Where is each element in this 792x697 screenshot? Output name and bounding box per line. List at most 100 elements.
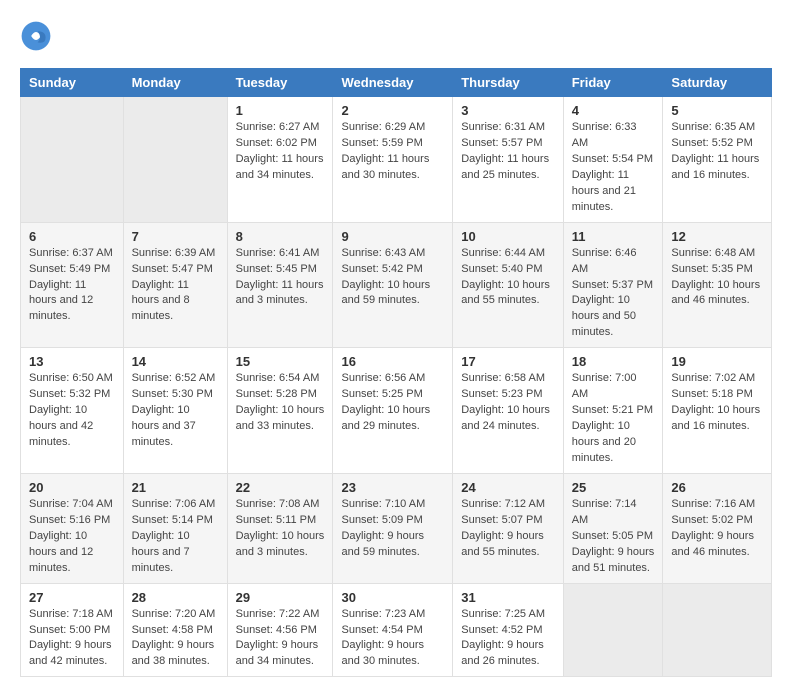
day-info: Sunrise: 6:46 AMSunset: 5:37 PMDaylight:… — [572, 246, 655, 342]
day-number: 3 — [461, 103, 554, 118]
calendar-cell: 5 Sunrise: 6:35 AMSunset: 5:52 PMDayligh… — [663, 97, 772, 223]
day-number: 7 — [132, 229, 219, 244]
col-header-thursday: Thursday — [453, 69, 563, 97]
calendar-cell — [21, 97, 124, 223]
day-number: 16 — [341, 354, 444, 369]
calendar-cell: 7 Sunrise: 6:39 AMSunset: 5:47 PMDayligh… — [123, 222, 227, 348]
day-number: 28 — [132, 590, 219, 605]
header-row: SundayMondayTuesdayWednesdayThursdayFrid… — [21, 69, 772, 97]
day-number: 25 — [572, 480, 655, 495]
calendar-cell: 23 Sunrise: 7:10 AMSunset: 5:09 PMDaylig… — [333, 473, 453, 583]
day-info: Sunrise: 7:10 AMSunset: 5:09 PMDaylight:… — [341, 497, 444, 561]
calendar-cell: 20 Sunrise: 7:04 AMSunset: 5:16 PMDaylig… — [21, 473, 124, 583]
day-number: 27 — [29, 590, 115, 605]
day-info: Sunrise: 6:52 AMSunset: 5:30 PMDaylight:… — [132, 371, 219, 451]
day-info: Sunrise: 6:27 AMSunset: 6:02 PMDaylight:… — [236, 120, 325, 184]
calendar-cell: 3 Sunrise: 6:31 AMSunset: 5:57 PMDayligh… — [453, 97, 563, 223]
week-row-2: 6 Sunrise: 6:37 AMSunset: 5:49 PMDayligh… — [21, 222, 772, 348]
calendar-cell: 13 Sunrise: 6:50 AMSunset: 5:32 PMDaylig… — [21, 348, 124, 474]
day-number: 12 — [671, 229, 763, 244]
day-number: 15 — [236, 354, 325, 369]
calendar-cell: 15 Sunrise: 6:54 AMSunset: 5:28 PMDaylig… — [227, 348, 333, 474]
calendar-cell: 2 Sunrise: 6:29 AMSunset: 5:59 PMDayligh… — [333, 97, 453, 223]
day-info: Sunrise: 7:12 AMSunset: 5:07 PMDaylight:… — [461, 497, 554, 561]
day-info: Sunrise: 7:02 AMSunset: 5:18 PMDaylight:… — [671, 371, 763, 435]
calendar-cell: 31 Sunrise: 7:25 AMSunset: 4:52 PMDaylig… — [453, 583, 563, 677]
day-number: 6 — [29, 229, 115, 244]
day-info: Sunrise: 7:22 AMSunset: 4:56 PMDaylight:… — [236, 607, 325, 671]
calendar-cell: 1 Sunrise: 6:27 AMSunset: 6:02 PMDayligh… — [227, 97, 333, 223]
col-header-friday: Friday — [563, 69, 663, 97]
day-number: 17 — [461, 354, 554, 369]
day-info: Sunrise: 6:54 AMSunset: 5:28 PMDaylight:… — [236, 371, 325, 435]
day-number: 10 — [461, 229, 554, 244]
day-info: Sunrise: 6:37 AMSunset: 5:49 PMDaylight:… — [29, 246, 115, 326]
day-info: Sunrise: 7:08 AMSunset: 5:11 PMDaylight:… — [236, 497, 325, 561]
day-number: 18 — [572, 354, 655, 369]
calendar-cell: 10 Sunrise: 6:44 AMSunset: 5:40 PMDaylig… — [453, 222, 563, 348]
day-info: Sunrise: 7:18 AMSunset: 5:00 PMDaylight:… — [29, 607, 115, 671]
calendar-cell: 19 Sunrise: 7:02 AMSunset: 5:18 PMDaylig… — [663, 348, 772, 474]
logo-icon — [20, 20, 52, 52]
day-info: Sunrise: 6:33 AMSunset: 5:54 PMDaylight:… — [572, 120, 655, 216]
calendar-cell — [663, 583, 772, 677]
logo — [20, 20, 56, 52]
calendar-cell: 21 Sunrise: 7:06 AMSunset: 5:14 PMDaylig… — [123, 473, 227, 583]
day-number: 13 — [29, 354, 115, 369]
day-info: Sunrise: 6:41 AMSunset: 5:45 PMDaylight:… — [236, 246, 325, 310]
day-info: Sunrise: 6:35 AMSunset: 5:52 PMDaylight:… — [671, 120, 763, 184]
calendar-cell — [563, 583, 663, 677]
day-info: Sunrise: 7:25 AMSunset: 4:52 PMDaylight:… — [461, 607, 554, 671]
day-number: 4 — [572, 103, 655, 118]
day-info: Sunrise: 6:31 AMSunset: 5:57 PMDaylight:… — [461, 120, 554, 184]
day-number: 1 — [236, 103, 325, 118]
calendar-cell: 26 Sunrise: 7:16 AMSunset: 5:02 PMDaylig… — [663, 473, 772, 583]
day-number: 21 — [132, 480, 219, 495]
calendar-cell: 30 Sunrise: 7:23 AMSunset: 4:54 PMDaylig… — [333, 583, 453, 677]
day-number: 9 — [341, 229, 444, 244]
calendar-cell: 25 Sunrise: 7:14 AMSunset: 5:05 PMDaylig… — [563, 473, 663, 583]
day-info: Sunrise: 6:39 AMSunset: 5:47 PMDaylight:… — [132, 246, 219, 326]
col-header-tuesday: Tuesday — [227, 69, 333, 97]
calendar-cell: 24 Sunrise: 7:12 AMSunset: 5:07 PMDaylig… — [453, 473, 563, 583]
col-header-wednesday: Wednesday — [333, 69, 453, 97]
week-row-1: 1 Sunrise: 6:27 AMSunset: 6:02 PMDayligh… — [21, 97, 772, 223]
day-number: 8 — [236, 229, 325, 244]
calendar-cell: 29 Sunrise: 7:22 AMSunset: 4:56 PMDaylig… — [227, 583, 333, 677]
day-number: 20 — [29, 480, 115, 495]
calendar-cell: 9 Sunrise: 6:43 AMSunset: 5:42 PMDayligh… — [333, 222, 453, 348]
day-number: 19 — [671, 354, 763, 369]
day-info: Sunrise: 6:43 AMSunset: 5:42 PMDaylight:… — [341, 246, 444, 310]
day-number: 22 — [236, 480, 325, 495]
day-number: 30 — [341, 590, 444, 605]
calendar-cell: 27 Sunrise: 7:18 AMSunset: 5:00 PMDaylig… — [21, 583, 124, 677]
week-row-4: 20 Sunrise: 7:04 AMSunset: 5:16 PMDaylig… — [21, 473, 772, 583]
calendar-cell: 8 Sunrise: 6:41 AMSunset: 5:45 PMDayligh… — [227, 222, 333, 348]
day-number: 24 — [461, 480, 554, 495]
calendar-cell: 28 Sunrise: 7:20 AMSunset: 4:58 PMDaylig… — [123, 583, 227, 677]
day-number: 26 — [671, 480, 763, 495]
calendar-cell: 12 Sunrise: 6:48 AMSunset: 5:35 PMDaylig… — [663, 222, 772, 348]
calendar-cell — [123, 97, 227, 223]
calendar-cell: 11 Sunrise: 6:46 AMSunset: 5:37 PMDaylig… — [563, 222, 663, 348]
calendar-cell: 6 Sunrise: 6:37 AMSunset: 5:49 PMDayligh… — [21, 222, 124, 348]
day-info: Sunrise: 7:00 AMSunset: 5:21 PMDaylight:… — [572, 371, 655, 467]
week-row-3: 13 Sunrise: 6:50 AMSunset: 5:32 PMDaylig… — [21, 348, 772, 474]
calendar-table: SundayMondayTuesdayWednesdayThursdayFrid… — [20, 68, 772, 677]
day-info: Sunrise: 7:14 AMSunset: 5:05 PMDaylight:… — [572, 497, 655, 577]
calendar-cell: 4 Sunrise: 6:33 AMSunset: 5:54 PMDayligh… — [563, 97, 663, 223]
col-header-monday: Monday — [123, 69, 227, 97]
calendar-cell: 17 Sunrise: 6:58 AMSunset: 5:23 PMDaylig… — [453, 348, 563, 474]
calendar-cell: 22 Sunrise: 7:08 AMSunset: 5:11 PMDaylig… — [227, 473, 333, 583]
day-number: 31 — [461, 590, 554, 605]
day-info: Sunrise: 6:56 AMSunset: 5:25 PMDaylight:… — [341, 371, 444, 435]
day-info: Sunrise: 6:48 AMSunset: 5:35 PMDaylight:… — [671, 246, 763, 310]
week-row-5: 27 Sunrise: 7:18 AMSunset: 5:00 PMDaylig… — [21, 583, 772, 677]
day-info: Sunrise: 7:20 AMSunset: 4:58 PMDaylight:… — [132, 607, 219, 671]
calendar-cell: 14 Sunrise: 6:52 AMSunset: 5:30 PMDaylig… — [123, 348, 227, 474]
day-number: 5 — [671, 103, 763, 118]
day-info: Sunrise: 7:06 AMSunset: 5:14 PMDaylight:… — [132, 497, 219, 577]
page-header — [20, 20, 772, 52]
day-info: Sunrise: 7:16 AMSunset: 5:02 PMDaylight:… — [671, 497, 763, 561]
day-number: 29 — [236, 590, 325, 605]
